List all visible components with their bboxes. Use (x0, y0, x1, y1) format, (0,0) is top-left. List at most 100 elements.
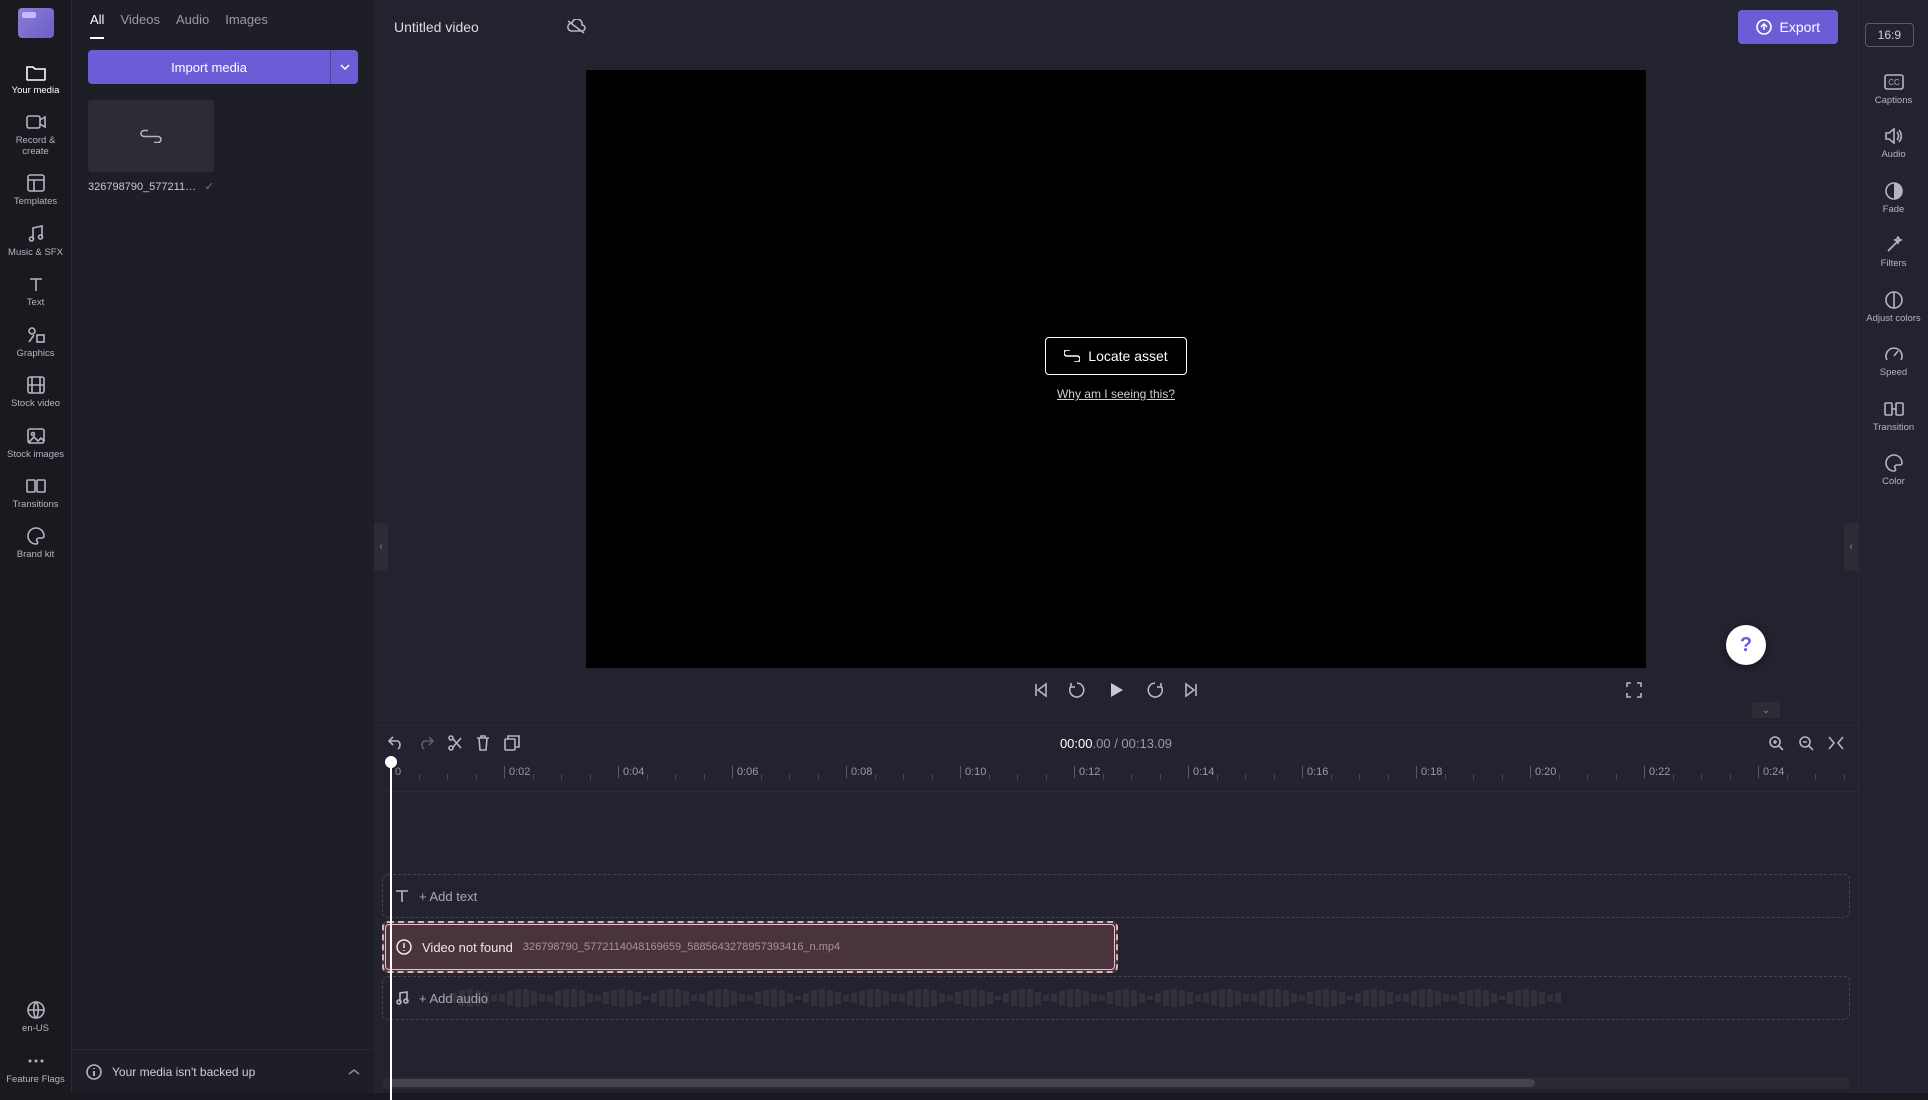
ruler-tick: 0:10 (960, 766, 986, 778)
fullscreen-button[interactable] (1626, 682, 1642, 698)
delete-button[interactable] (476, 735, 490, 751)
media-panel: All Videos Audio Images Import media 326… (72, 0, 374, 1093)
tab-audio[interactable]: Audio (176, 12, 209, 39)
undo-button[interactable] (388, 736, 404, 750)
redo-button[interactable] (418, 736, 434, 750)
text-track-lane[interactable]: + Add text (382, 874, 1850, 918)
dots-icon (26, 1051, 46, 1071)
palette-icon (26, 526, 46, 546)
prop-filters[interactable]: Filters (1864, 225, 1924, 279)
nav-record-create[interactable]: Record & create (5, 104, 67, 165)
speed-icon (1884, 344, 1904, 364)
chevron-up-icon (348, 1068, 360, 1076)
reveal-more-button[interactable]: ⌄ (1752, 702, 1780, 718)
nav-music-sfx[interactable]: Music & SFX (5, 216, 67, 266)
prop-label: Audio (1881, 150, 1905, 160)
nav-label: Music & SFX (8, 248, 63, 258)
skip-back-button[interactable] (1032, 682, 1048, 698)
nav-label: Feature Flags (6, 1075, 65, 1085)
adjust-icon (1884, 290, 1904, 310)
backup-status-bar[interactable]: Your media isn't backed up (72, 1049, 374, 1093)
player-controls (586, 668, 1646, 712)
wand-icon (1884, 235, 1904, 255)
text-icon (26, 274, 46, 294)
prop-label: Transition (1873, 423, 1914, 433)
tab-videos[interactable]: Videos (120, 12, 160, 39)
tab-all[interactable]: All (90, 12, 104, 39)
nav-locale[interactable]: en-US (5, 992, 67, 1042)
step-forward-button[interactable] (1146, 681, 1164, 699)
prop-color[interactable]: Color (1864, 443, 1924, 497)
prop-label: Captions (1875, 96, 1913, 106)
timeline-ruler[interactable]: 00:020:040:060:080:100:120:140:160:180:2… (382, 760, 1858, 792)
video-title-input[interactable] (394, 19, 554, 35)
music-icon (26, 224, 46, 244)
ruler-tick: 0:14 (1188, 766, 1214, 778)
duplicate-button[interactable] (504, 735, 520, 751)
audio-track-lane[interactable]: + Add audio (382, 976, 1850, 1020)
ruler-tick: 0:16 (1302, 766, 1328, 778)
timecode-display: 00:00.00 / 00:13.09 (1060, 736, 1172, 751)
ruler-tick: 0:20 (1530, 766, 1556, 778)
export-button[interactable]: Export (1738, 10, 1838, 44)
nav-text[interactable]: Text (5, 266, 67, 316)
media-asset-thumb[interactable] (88, 100, 214, 172)
step-back-button[interactable] (1068, 681, 1086, 699)
add-text-label: + Add text (419, 889, 477, 904)
collapse-panel-right[interactable]: ‹ (1844, 523, 1858, 571)
nav-feature-flags[interactable]: Feature Flags (5, 1043, 67, 1093)
nav-label: Graphics (16, 349, 54, 359)
prop-transition[interactable]: Transition (1864, 389, 1924, 443)
svg-text:CC: CC (1888, 78, 1900, 87)
fit-timeline-button[interactable] (1828, 735, 1844, 751)
transitions-icon (26, 476, 46, 496)
ruler-tick: 0:24 (1758, 766, 1784, 778)
export-label: Export (1780, 19, 1820, 35)
zoom-in-button[interactable] (1768, 735, 1784, 751)
camera-icon (26, 112, 46, 132)
import-media-dropdown[interactable] (330, 50, 358, 84)
video-file-name: 326798790_5772114048169659_5885643278957… (523, 941, 840, 953)
info-icon (86, 1064, 102, 1080)
check-icon: ✓ (205, 180, 214, 193)
nav-templates[interactable]: Templates (5, 165, 67, 215)
prop-captions[interactable]: CC Captions (1864, 62, 1924, 116)
collapse-panel-left[interactable]: ‹ (374, 523, 388, 571)
fade-icon (1884, 181, 1904, 201)
timeline-scrollbar[interactable] (382, 1077, 1850, 1089)
video-clip-missing[interactable]: Video not found 326798790_57721140481696… (382, 921, 1118, 973)
nav-stock-video[interactable]: Stock video (5, 367, 67, 417)
media-asset-name: 326798790_5772114… ✓ (88, 180, 214, 193)
prop-speed[interactable]: Speed (1864, 334, 1924, 388)
nav-your-media[interactable]: Your media (5, 54, 67, 104)
play-button[interactable] (1106, 680, 1126, 700)
prop-audio[interactable]: Audio (1864, 116, 1924, 170)
scrollbar-thumb[interactable] (390, 1079, 1535, 1087)
prop-label: Speed (1880, 368, 1907, 378)
prop-adjust-colors[interactable]: Adjust colors (1864, 280, 1924, 334)
templates-icon (26, 173, 46, 193)
import-media-button[interactable]: Import media (88, 50, 330, 84)
aspect-ratio-button[interactable]: 16:9 (1865, 23, 1914, 47)
nav-brand-kit[interactable]: Brand kit (5, 518, 67, 568)
chevron-down-icon (340, 64, 350, 70)
nav-stock-images[interactable]: Stock images (5, 418, 67, 468)
nav-label: Your media (12, 86, 60, 96)
nav-transitions[interactable]: Transitions (5, 468, 67, 518)
video-preview-stage: Locate asset Why am I seeing this? (586, 70, 1646, 668)
playhead[interactable] (390, 760, 392, 1100)
cloud-off-icon[interactable] (566, 19, 586, 35)
prop-fade[interactable]: Fade (1864, 171, 1924, 225)
tab-images[interactable]: Images (225, 12, 268, 39)
nav-graphics[interactable]: Graphics (5, 317, 67, 367)
export-icon (1756, 19, 1772, 35)
app-logo[interactable] (18, 8, 54, 38)
split-button[interactable] (448, 735, 462, 751)
film-icon (26, 375, 46, 395)
zoom-out-button[interactable] (1798, 735, 1814, 751)
help-button[interactable]: ? (1726, 625, 1766, 665)
locate-asset-button[interactable]: Locate asset (1045, 337, 1186, 375)
skip-forward-button[interactable] (1184, 682, 1200, 698)
ruler-tick: 0:08 (846, 766, 872, 778)
why-seeing-link[interactable]: Why am I seeing this? (1057, 387, 1175, 401)
